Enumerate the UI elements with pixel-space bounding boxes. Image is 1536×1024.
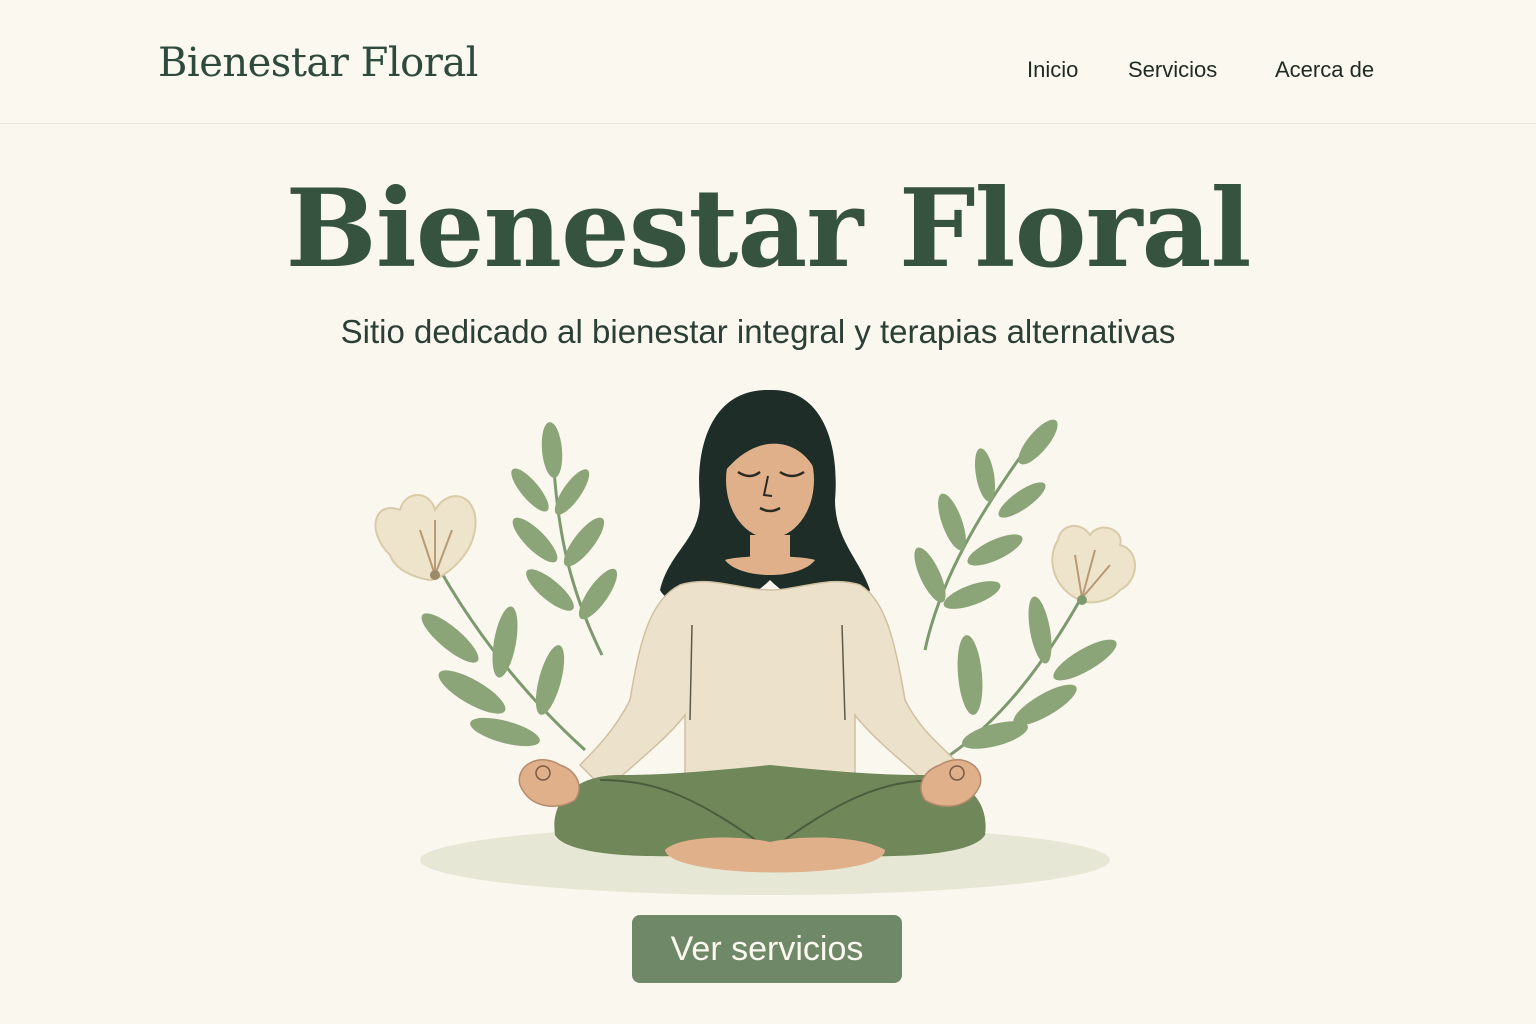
hero-title: Bienestar Floral bbox=[285, 166, 1251, 292]
shirt bbox=[578, 580, 962, 792]
right-flower bbox=[1051, 525, 1136, 605]
nav-link-acerca-de[interactable]: Acerca de bbox=[1275, 57, 1374, 83]
hero-subtitle: Sitio dedicado al bienestar integral y t… bbox=[340, 313, 1176, 350]
nav-link-servicios[interactable]: Servicios bbox=[1128, 57, 1217, 83]
right-flower-stem bbox=[949, 596, 1117, 757]
left-flower bbox=[374, 494, 477, 582]
main-nav: Inicio Servicios Acerca de bbox=[0, 57, 1536, 87]
ver-servicios-button[interactable]: Ver servicios bbox=[632, 915, 902, 983]
left-fern bbox=[511, 422, 618, 656]
left-hand bbox=[518, 759, 580, 807]
nav-link-inicio[interactable]: Inicio bbox=[1027, 57, 1078, 83]
meditation-illustration bbox=[374, 389, 1136, 895]
top-navigation-bar: Bienestar Floral Inicio Servicios Acerca… bbox=[0, 0, 1536, 124]
